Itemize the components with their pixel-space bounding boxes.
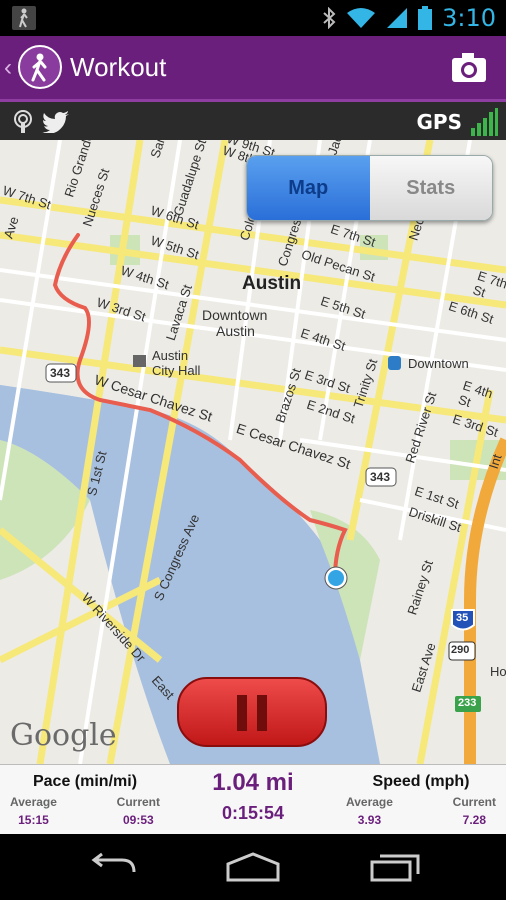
page-title: Workout	[70, 52, 167, 82]
map-label-rainey: Rainey St	[404, 558, 437, 617]
map-label-oldpecan: Old Pecan St	[299, 246, 378, 285]
speed-block: Speed (mph) Average 3.93 Current 7.28	[346, 773, 496, 827]
route-343-label-2: 343	[370, 470, 391, 484]
map-label-downtown-station: Downtown	[408, 356, 469, 371]
app-walker-icon[interactable]	[18, 45, 62, 89]
pace-cur-value: 09:53	[122, 813, 154, 827]
pace-header: Pace (min/mi)	[32, 773, 138, 790]
battery-icon	[418, 6, 433, 30]
shield-233-label: 233	[458, 697, 477, 709]
status-bar: 3:10	[0, 0, 506, 36]
map-label-e2nd: E 2nd St	[304, 396, 357, 427]
system-nav-bar	[0, 834, 506, 900]
google-logo: Google	[10, 718, 117, 753]
speed-avg-label: Average	[346, 795, 393, 809]
pause-icon	[237, 695, 247, 731]
pace-avg-value: 15:15	[18, 813, 49, 827]
shield-290-label: 290	[451, 644, 470, 656]
pace-cur-label: Current	[116, 795, 160, 809]
twitter-icon[interactable]	[42, 111, 70, 133]
map-label-e7th: E 7th St	[328, 221, 378, 250]
nav-recents-icon[interactable]	[370, 852, 420, 882]
map-label-guadalupe: Guadalupe St	[170, 140, 210, 218]
walker-icon	[12, 6, 36, 30]
camera-icon[interactable]	[452, 52, 486, 82]
map-label-ave: Ave	[0, 214, 22, 241]
clock: 3:10	[442, 4, 496, 32]
map-label-brazos: Brazos St	[272, 366, 305, 425]
map-label-wriverside: W Riverside Dr	[78, 590, 149, 665]
signal-bars-icon	[471, 108, 498, 136]
map-label-e5th: E 5th St	[318, 293, 368, 322]
map-label-redriver: Red River St	[402, 390, 440, 465]
map-label-w3rd: W 3rd St	[94, 294, 148, 325]
map-label-downtown2: Austin	[216, 323, 255, 339]
map-label-sanan: San An	[147, 140, 174, 160]
map-label-w7th: W 7th St	[0, 182, 53, 213]
action-bar: ‹ Workout	[0, 36, 506, 102]
map-label-ecesar: E Cesar Chavez St	[234, 419, 353, 473]
speed-header: Speed (mph)	[372, 773, 470, 790]
map-label-trinity: Trinity St	[350, 357, 381, 410]
map-label-e7th-b: E 7th St	[471, 267, 506, 301]
pace-block: Pace (min/mi) Average 15:15 Current 09:5…	[10, 773, 160, 827]
map-label-city: Austin	[242, 273, 302, 294]
map-label-eastave: East Ave	[408, 640, 439, 695]
map-label-e3rd: E 3rd St	[302, 367, 353, 396]
route-343-label-1: 343	[50, 366, 71, 380]
gps-label: GPS	[416, 110, 462, 134]
map-label-w5th: W 5th St	[148, 232, 201, 263]
pause-button[interactable]	[177, 677, 327, 747]
map-label-int: Int	[485, 452, 505, 471]
map-label-east: East	[148, 672, 178, 703]
stats-panel: Pace (min/mi) Average 15:15 Current 09:5…	[0, 764, 506, 835]
map-label-wcesar: W Cesar Chavez St	[92, 371, 215, 425]
speed-cur-value: 7.28	[462, 813, 486, 827]
distance-value: 1.04 mi	[212, 769, 294, 796]
tab-map[interactable]: Map	[247, 156, 370, 220]
sharing-toolbar: GPS	[0, 102, 506, 140]
bluetooth-icon	[323, 7, 336, 29]
map-stats-toggle[interactable]: Map Stats	[246, 155, 493, 221]
pace-avg-label: Average	[10, 795, 57, 809]
pause-icon-bar	[257, 695, 267, 731]
map-label-nueces: Nueces St	[79, 166, 113, 229]
elapsed-time: 0:15:54	[221, 803, 285, 823]
map-label-lavaca: Lavaca St	[162, 282, 195, 343]
podcast-icon[interactable]	[12, 110, 34, 134]
map-label-e4th: E 4th St	[298, 325, 348, 354]
signal-icon	[387, 8, 408, 28]
back-chevron-icon[interactable]: ‹	[4, 54, 12, 82]
tab-stats[interactable]: Stats	[369, 156, 492, 220]
nav-back-icon[interactable]	[88, 852, 138, 882]
map-label-cityhall2: City Hall	[152, 363, 201, 378]
nav-home-icon[interactable]	[226, 852, 280, 882]
map-label-cityhall: Austin	[152, 348, 189, 363]
shield-35-label: 35	[456, 612, 469, 624]
speed-cur-label: Current	[452, 795, 496, 809]
map-label-scongress: S Congress Ave	[150, 511, 203, 604]
map-label-downtown: Downtown	[202, 307, 268, 323]
map-label-s1st: S 1st St	[83, 449, 110, 498]
wifi-icon	[347, 8, 376, 28]
map-label-ho: Ho	[490, 664, 506, 679]
map-label-e6th: E 6th St	[446, 298, 496, 327]
distance-block: 1.04 mi 0:15:54	[178, 769, 328, 824]
speed-avg-value: 3.93	[357, 813, 382, 827]
map-view[interactable]: Austin Downtown Austin Austin City Hall …	[0, 140, 506, 764]
map-label-w4th: W 4th St	[118, 262, 171, 293]
